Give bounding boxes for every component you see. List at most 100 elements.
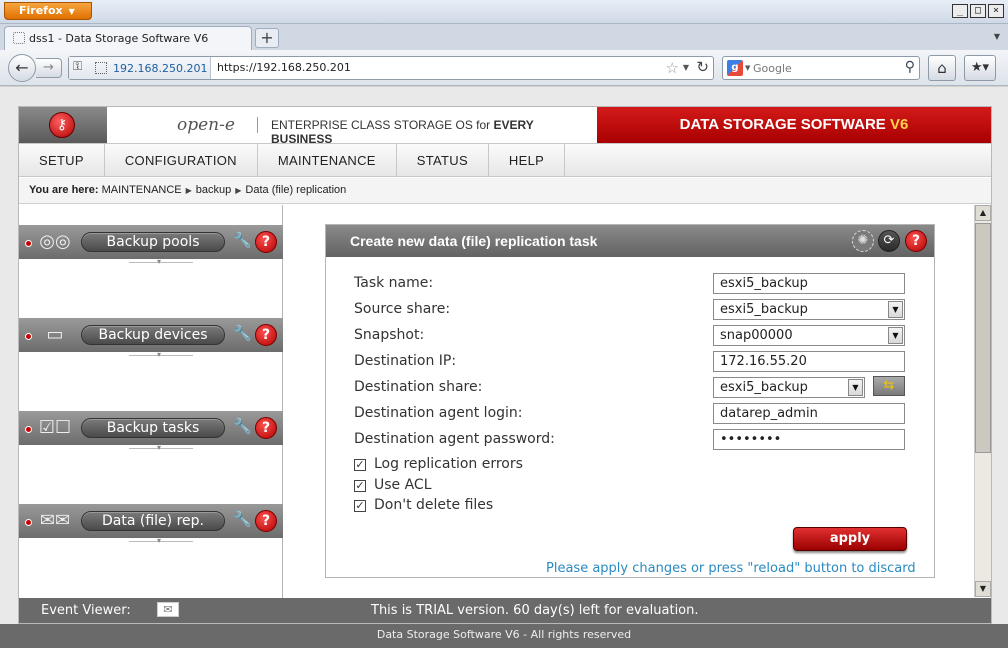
firefox-menu-button[interactable]: Firefox ▼ [4,2,92,20]
site-icon [95,62,107,74]
checkbox-use-acl[interactable]: ✓ [354,480,366,492]
checkbox-log-errors[interactable]: ✓ [354,459,366,471]
sidebar-section-backup-tasks[interactable]: ☑☐ Backup tasks 🔧 ? [19,411,283,445]
task-name-input[interactable]: esxi5_backup [713,273,905,294]
open-e-logo: open-e [177,115,235,135]
destination-share-value: esxi5_backup [720,380,808,395]
sidebar-item-data-file-replication[interactable]: Data (file) rep. [81,511,225,531]
sidebar-section-backup-devices[interactable]: ▭ Backup devices 🔧 ? [19,318,283,352]
replication-task-panel: Create new data (file) replication task … [325,224,935,578]
source-share-value: esxi5_backup [720,302,808,317]
sidebar-section-backup-pools[interactable]: ◎◎ Backup pools 🔧 ? [19,225,283,259]
maximize-icon[interactable]: □ [970,4,986,18]
wrench-icon[interactable]: 🔧 [233,324,252,342]
close-icon[interactable]: × [988,4,1004,18]
chevron-down-icon[interactable]: ▼ [888,327,903,344]
bookmark-star-icon[interactable]: ☆ [666,59,679,77]
reload-icon[interactable]: ↻ [696,58,709,76]
minimize-icon[interactable]: _ [952,4,968,18]
task-list-icon: ☑☐ [38,417,72,438]
forward-button[interactable]: → [36,58,62,78]
destination-ip-row: Destination IP: 172.16.55.20 [354,351,906,373]
section-grip[interactable] [129,257,193,266]
browser-tab[interactable]: dss1 - Data Storage Software V6 [4,26,252,50]
search-input[interactable]: Google [753,62,792,75]
chevron-down-icon[interactable]: ▼ [888,301,903,318]
refresh-shares-button[interactable]: ⇆ [873,376,905,396]
vertical-scrollbar[interactable]: ▲ ▼ [974,205,991,597]
agent-password-input[interactable]: •••••••• [713,429,905,450]
wrench-icon[interactable]: 🔧 [233,417,252,435]
menu-configuration[interactable]: CONFIGURATION [105,144,258,177]
section-grip[interactable] [129,536,193,545]
breadcrumb-item-maintenance[interactable]: MAINTENANCE [102,184,182,196]
main-menu: SETUP CONFIGURATION MAINTENANCE STATUS H… [19,143,991,177]
menu-maintenance[interactable]: MAINTENANCE [258,144,397,177]
url-text[interactable]: https://192.168.250.201 [217,61,351,74]
destination-share-select[interactable]: esxi5_backup ▼ [713,377,865,398]
scroll-down-icon[interactable]: ▼ [975,581,991,597]
dss-application: ⚷ open-e ENTERPRISE CLASS STORAGE OS for… [18,106,992,624]
section-grip[interactable] [129,350,193,359]
tab-list-icon[interactable]: ▼ [994,32,1000,41]
dont-delete-option[interactable]: ✓ Don't delete files [354,497,493,513]
product-name: DATA STORAGE SOFTWARE [679,116,890,133]
menu-help[interactable]: HELP [489,144,566,177]
key-icon: ⚷ [49,112,75,138]
tab-title: dss1 - Data Storage Software V6 [29,32,209,45]
wrench-icon[interactable]: 🔧 [233,231,252,249]
help-icon[interactable]: ? [255,231,277,253]
sidebar-item-backup-pools[interactable]: Backup pools [81,232,225,252]
section-grip[interactable] [129,443,193,452]
source-share-label: Source share: [354,301,451,317]
destination-ip-input[interactable]: 172.16.55.20 [713,351,905,372]
breadcrumb-prefix: You are here: [29,184,99,196]
wrench-icon[interactable]: 🔧 [233,510,252,528]
snapshot-select[interactable]: snap00000 ▼ [713,325,905,346]
breadcrumb: You are here: MAINTENANCE ▶ backup ▶ Data (f… [19,178,991,204]
chevron-down-icon[interactable]: ▼ [848,379,863,396]
menu-status[interactable]: STATUS [397,144,489,177]
menu-setup[interactable]: SETUP [19,144,105,177]
url-history-dropdown-icon[interactable]: ▼ [683,63,689,72]
breadcrumb-item-replication[interactable]: Data (file) replication [245,184,346,196]
google-icon[interactable]: g [727,60,743,76]
status-bar: Event Viewer: ✉ This is TRIAL version. 6… [19,598,991,623]
navigation-toolbar: ← → ⚿ 192.168.250.201 https://192.168.250… [0,50,1008,86]
panel-title: Create new data (file) replication task [350,233,598,249]
envelope-icon[interactable]: ✉ [157,602,179,617]
apply-button[interactable]: apply [793,527,907,551]
help-icon[interactable]: ? [255,417,277,439]
sidebar-section-data-file-replication[interactable]: ✉✉ Data (file) rep. 🔧 ? [19,504,283,538]
breadcrumb-arrow-icon: ▶ [185,186,192,195]
agent-password-row: Destination agent password: •••••••• [354,429,906,451]
checkbox-dont-delete[interactable]: ✓ [354,500,366,512]
back-forward-group: ← → [8,54,64,82]
source-share-select[interactable]: esxi5_backup ▼ [713,299,905,320]
search-icon[interactable]: ⚲ [905,59,915,75]
agent-login-input[interactable]: datarep_admin [713,403,905,424]
scrollbar-thumb[interactable] [975,223,991,453]
reload-button[interactable]: ⟳ [878,230,900,252]
home-button[interactable]: ⌂ [928,55,956,81]
search-bar[interactable]: g ▼ Google ⚲ [722,56,920,80]
task-name-label: Task name: [354,275,434,291]
bookmarks-button[interactable]: ★▾ [964,55,996,81]
url-bar[interactable]: ⚿ 192.168.250.201 https://192.168.250.201… [68,56,714,80]
use-acl-option[interactable]: ✓ Use ACL [354,477,432,493]
key-icon: ⚿ [73,59,83,73]
new-tab-button[interactable]: + [255,28,279,48]
scroll-up-icon[interactable]: ▲ [975,205,991,221]
search-engine-dropdown-icon[interactable]: ▼ [745,64,750,72]
log-errors-option[interactable]: ✓ Log replication errors [354,456,523,472]
help-icon[interactable]: ? [255,324,277,346]
site-identity-button[interactable]: ⚿ 192.168.250.201 [69,57,211,79]
breadcrumb-item-backup[interactable]: backup [196,184,231,196]
sidebar-item-backup-devices[interactable]: Backup devices [81,325,225,345]
logo-divider [257,117,258,133]
use-acl-label: Use ACL [374,477,432,493]
help-icon[interactable]: ? [255,510,277,532]
sidebar-item-backup-tasks[interactable]: Backup tasks [81,418,225,438]
back-button[interactable]: ← [8,54,36,82]
help-button[interactable]: ? [905,230,927,252]
